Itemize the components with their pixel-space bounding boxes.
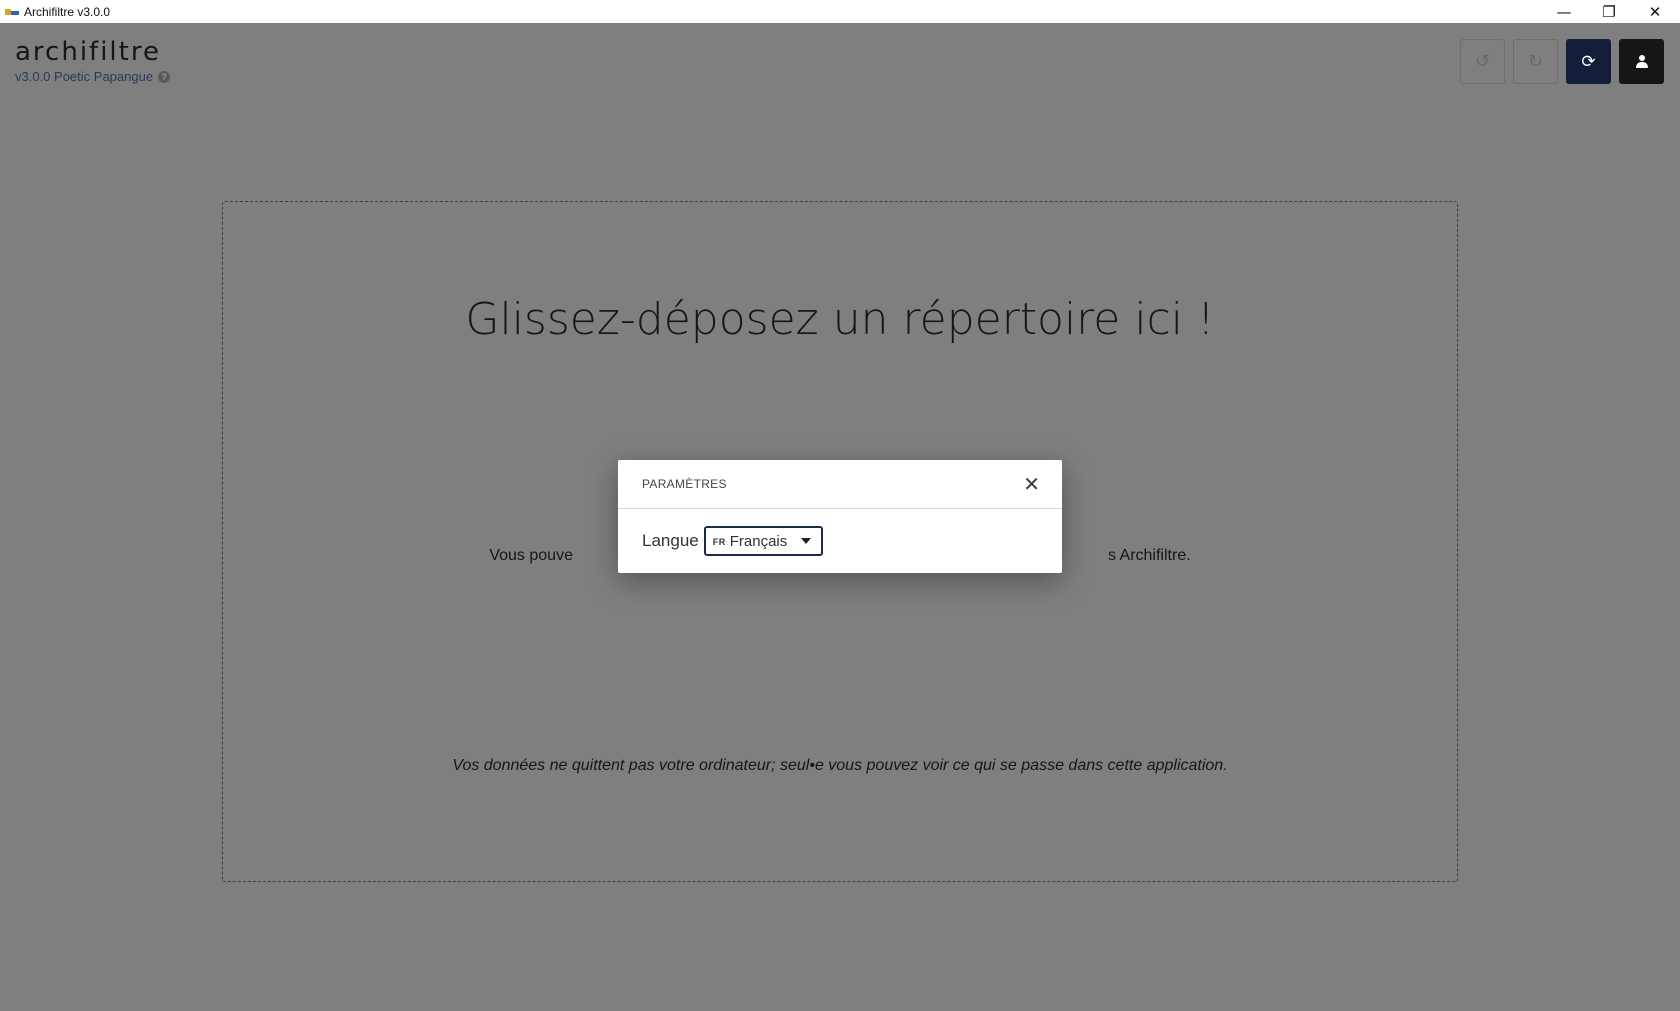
language-flag: FR [712,537,726,547]
window-title: Archifiltre v3.0.0 [24,4,111,19]
maximize-button[interactable]: ❐ [1586,0,1632,23]
version-text: v3.0.0 Poetic Papangue [15,69,154,84]
language-select[interactable]: FR Français [703,526,824,556]
dropzone-subtitle-right: s Archifiltre. [1107,547,1191,564]
version-label: v3.0.0 Poetic Papangue ? [15,69,171,84]
dropzone-title: Glissez-déposez un répertoire ici ! [465,294,1215,345]
undo-button[interactable]: ↺ [1460,39,1505,84]
modal-title: PARAMÈTRES [642,477,727,491]
app-name: archifiltre [15,37,161,67]
redo-icon: ↻ [1527,51,1544,72]
modal-header: PARAMÈTRES ✕ [618,460,1062,509]
language-label: Langue [642,531,699,550]
help-icon[interactable]: ? [158,70,171,83]
modal-body: Langue FR Français [618,509,1062,573]
reload-button[interactable]: ⟳ [1566,39,1611,84]
settings-modal: PARAMÈTRES ✕ Langue FR Français [618,460,1062,573]
minimize-button[interactable]: — [1541,0,1587,23]
modal-close-button[interactable]: ✕ [1023,474,1040,494]
app-logo-icon [5,7,19,17]
window-titlebar: Archifiltre v3.0.0 — ❐ ✕ [0,0,1680,23]
chevron-down-icon [801,538,812,544]
brand: archifiltre v3.0.0 Poetic Papangue ? [15,37,171,84]
user-button[interactable] [1619,39,1664,84]
user-icon [1635,54,1649,69]
privacy-notice: Vos données ne quittent pas votre ordina… [452,757,1228,774]
reload-icon: ⟳ [1581,51,1596,72]
language-value: Français [729,532,788,550]
undo-icon: ↺ [1474,51,1491,72]
window-close-button[interactable]: ✕ [1632,0,1678,23]
redo-button[interactable]: ↻ [1513,39,1558,84]
dropzone-subtitle-left: Vous pouve [489,547,573,564]
